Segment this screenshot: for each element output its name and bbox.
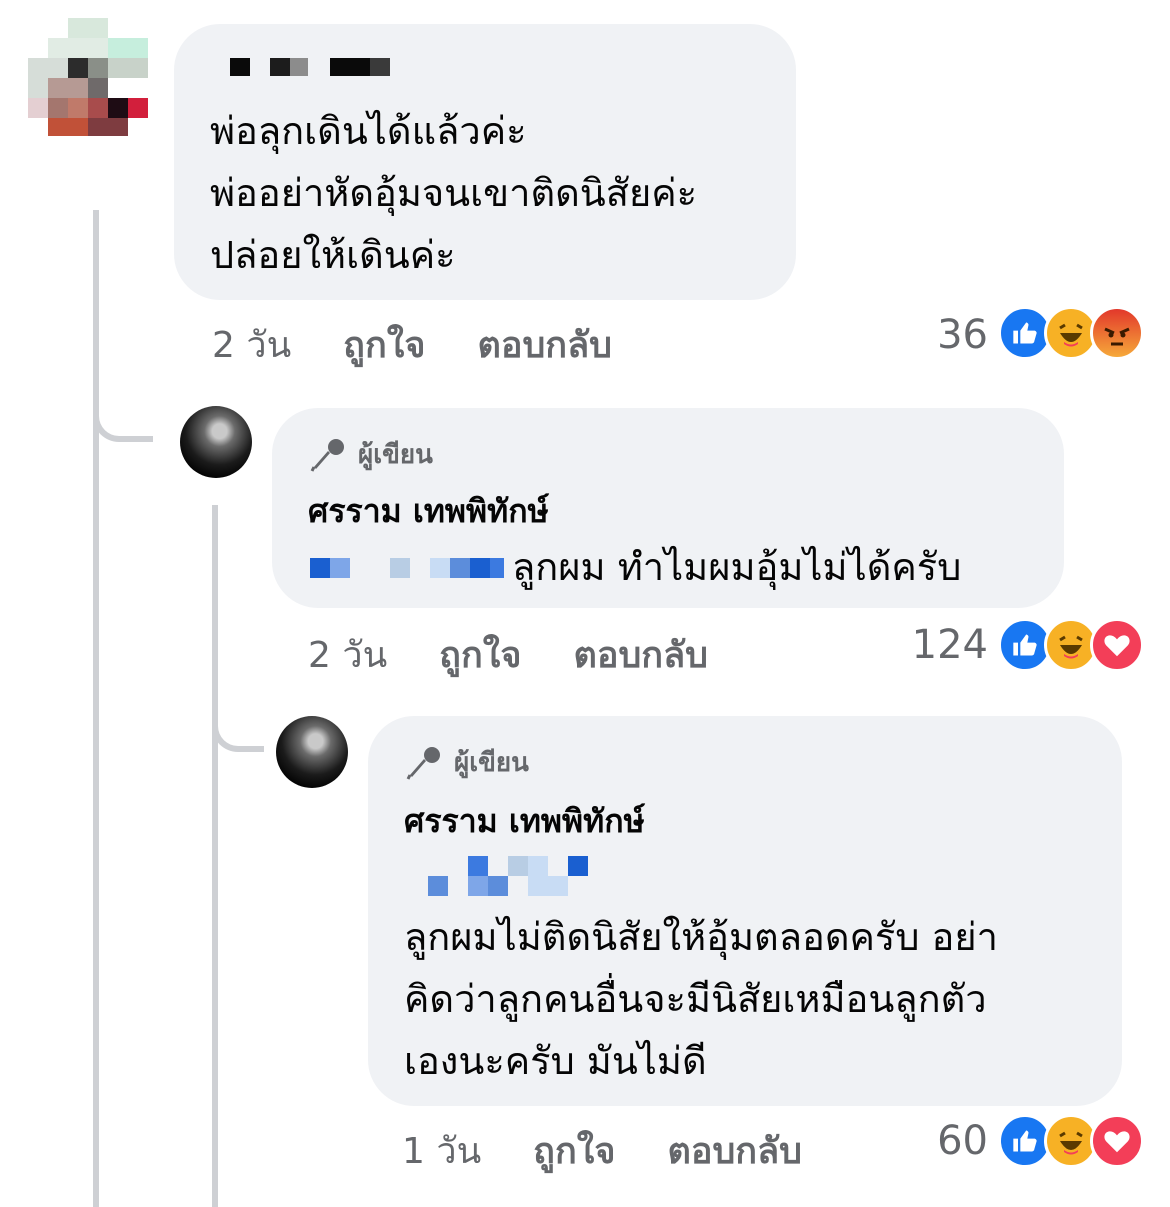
redacted-name [230, 58, 400, 78]
reply-button[interactable]: ตอบกลับ [573, 626, 708, 683]
author-badge-label: ผู้เขียน [454, 748, 529, 778]
comment-time[interactable]: 2 วัน [212, 316, 291, 373]
thread-connector [212, 680, 264, 752]
thread-connector [93, 370, 153, 442]
reply-bubble: ผู้เขียน ศรราม เทพพิทักษ์ ลูกผมไม่ติดนิส… [368, 716, 1122, 1106]
reply-text: ลูกผม ทำไมผมอุ้มไม่ได้ครับ [512, 545, 962, 589]
reaction-count[interactable]: 60 [898, 1118, 988, 1164]
reply-actions: 2 วัน ถูกใจ ตอบกลับ [308, 626, 760, 683]
thread-line [93, 210, 99, 1207]
reply-button[interactable]: ตอบกลับ [667, 1122, 802, 1179]
redacted-mention [428, 856, 598, 896]
comment-actions: 2 วัน ถูกใจ ตอบกลับ [212, 316, 664, 373]
like-button[interactable]: ถูกใจ [533, 1122, 615, 1179]
microphone-icon [310, 438, 344, 472]
love-reaction-icon [1090, 618, 1144, 672]
reactions[interactable] [998, 1114, 1144, 1168]
comment-time[interactable]: 2 วัน [308, 626, 387, 683]
reply-button[interactable]: ตอบกลับ [477, 316, 612, 373]
reply-bubble: ผู้เขียน ศรราม เทพพิทักษ์ ลูกผม ทำไมผมอุ… [272, 408, 1064, 608]
avatar[interactable] [28, 18, 152, 136]
thread-line [212, 505, 218, 1207]
microphone-icon [406, 746, 440, 780]
love-reaction-icon [1090, 1114, 1144, 1168]
author-badge: ผู้เขียน [404, 742, 529, 783]
reply-text: ลูกผมไม่ติดนิสัยให้อุ้มตลอดครับ อย่า คิด… [404, 915, 998, 1083]
comment-time[interactable]: 1 วัน [402, 1122, 481, 1179]
author-name[interactable]: ศรราม เทพพิทักษ์ [404, 796, 645, 847]
author-badge-label: ผู้เขียน [358, 440, 433, 470]
like-button[interactable]: ถูกใจ [343, 316, 425, 373]
author-avatar[interactable] [276, 716, 348, 788]
reactions[interactable] [998, 618, 1144, 672]
reactions[interactable] [998, 306, 1144, 360]
like-button[interactable]: ถูกใจ [439, 626, 521, 683]
author-name[interactable]: ศรราม เทพพิทักษ์ [308, 486, 549, 537]
reply-actions: 1 วัน ถูกใจ ตอบกลับ [402, 1122, 854, 1179]
author-avatar[interactable] [180, 406, 252, 478]
angry-reaction-icon [1090, 306, 1144, 360]
author-badge: ผู้เขียน [308, 434, 433, 475]
reaction-count[interactable]: 36 [898, 312, 988, 358]
reaction-count[interactable]: 124 [898, 622, 988, 668]
comment-text: พ่อลุกเดินได้แล้วค่ะ พ่ออย่าหัดอุ้มจนเขา… [210, 109, 698, 277]
comment-bubble: พ่อลุกเดินได้แล้วค่ะ พ่ออย่าหัดอุ้มจนเขา… [174, 24, 796, 300]
redacted-mention [310, 558, 510, 578]
